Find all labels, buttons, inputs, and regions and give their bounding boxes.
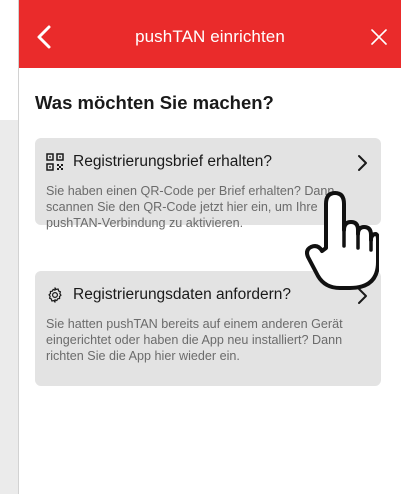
background-panel xyxy=(0,120,18,494)
option-description: Sie hatten pushTAN bereits auf einem and… xyxy=(46,317,343,363)
section-heading: Was möchten Sie machen? xyxy=(35,92,274,113)
chevron-right-icon xyxy=(358,155,367,171)
page-title: pushTAN einrichten xyxy=(135,27,285,46)
hand-pointer-icon xyxy=(305,191,379,290)
option-title: Registrierungsdaten anfordern? xyxy=(73,286,291,303)
app-screen: pushTAN einrichten Was möchten Sie mache… xyxy=(18,0,401,494)
gear-icon xyxy=(48,287,62,303)
option-title: Registrierungsbrief erhalten? xyxy=(73,153,273,170)
app-header: pushTAN einrichten xyxy=(19,0,401,68)
close-icon[interactable] xyxy=(367,25,391,49)
qr-code-icon xyxy=(46,153,64,171)
